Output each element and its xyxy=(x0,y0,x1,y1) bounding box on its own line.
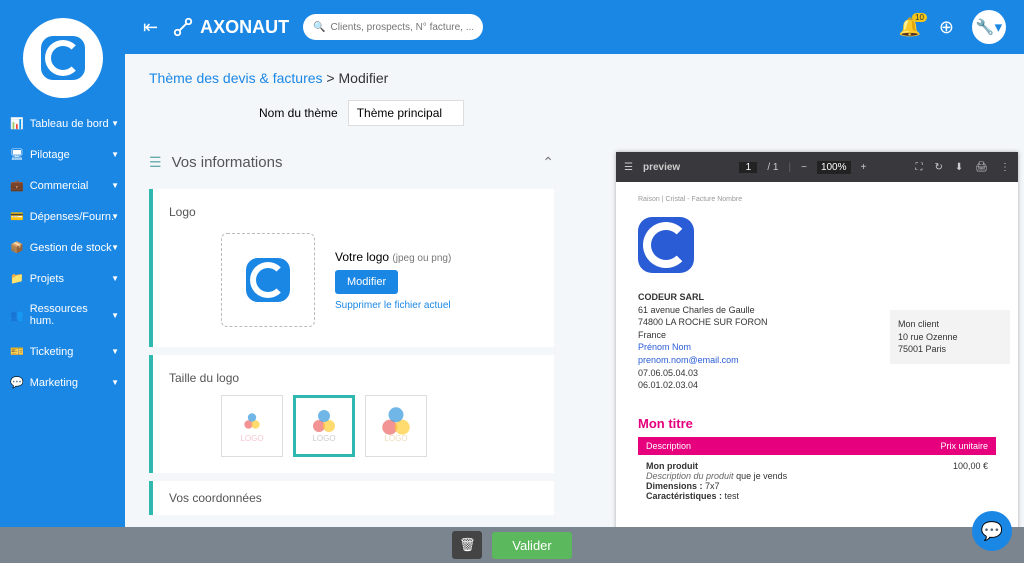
download-icon[interactable]: ⬇ xyxy=(955,162,963,173)
coords-title: Vos coordonnées xyxy=(169,491,538,505)
validate-button[interactable]: Valider xyxy=(492,532,572,559)
page-current-input[interactable] xyxy=(739,162,757,173)
preview-client: Mon client 10 rue Ozenne 75001 Paris xyxy=(890,310,1010,364)
logo-block: Logo Votre logo (jpeg ou png) Modifier S… xyxy=(149,189,554,347)
print-icon[interactable]: 🖨 xyxy=(975,162,988,173)
section-informations[interactable]: ☰ Vos informations ⌃ xyxy=(149,144,554,181)
intercom-launcher[interactable]: 💬 xyxy=(972,511,1012,551)
nav-icon: 🖥 xyxy=(10,148,24,161)
app-logo[interactable] xyxy=(23,18,103,98)
nav-icon: 👥 xyxy=(10,309,24,322)
chevron-down-icon: ▼ xyxy=(111,150,119,159)
preview-label: preview xyxy=(643,162,680,173)
sidebar-item-2[interactable]: 💼 Commercial ▼ xyxy=(0,170,125,201)
add-icon[interactable]: ⊕ xyxy=(939,17,954,38)
chevron-down-icon: ▼ xyxy=(111,181,119,190)
logo-label: Votre logo xyxy=(335,250,389,264)
theme-name-label: Nom du thème xyxy=(259,106,338,120)
user-menu[interactable]: 🔧▾ xyxy=(972,10,1006,44)
delete-logo-link[interactable]: Supprimer le fichier actuel xyxy=(335,300,451,311)
section-title: Vos informations xyxy=(172,154,283,171)
notifications-icon[interactable]: 🔔10 xyxy=(898,17,920,38)
sidebar-toggle-icon[interactable]: ☰ xyxy=(624,162,633,173)
breadcrumb: Thème des devis & factures > Modifier xyxy=(149,70,1000,86)
nav-label: Gestion de stock xyxy=(30,242,112,254)
search-box[interactable]: 🔍 xyxy=(303,14,483,40)
action-bar: 🗑 Valider xyxy=(0,527,1024,563)
nav-label: Marketing xyxy=(30,377,78,389)
nav-label: Projets xyxy=(30,273,64,285)
search-icon: 🔍 xyxy=(313,22,325,33)
nav-label: Ticketing xyxy=(30,346,74,358)
coords-block[interactable]: Vos coordonnées xyxy=(149,481,554,515)
fit-page-icon[interactable]: ⛶ xyxy=(916,162,923,173)
breadcrumb-link[interactable]: Thème des devis & factures xyxy=(149,70,323,86)
content: Thème des devis & factures > Modifier No… xyxy=(125,54,1024,527)
nav-icon: 💼 xyxy=(10,179,24,192)
chevron-down-icon: ▼ xyxy=(111,347,119,356)
chevron-down-icon: ▼ xyxy=(111,119,119,128)
sidebar: 📊Tableau de bord▼🖥Pilotage▼💼Commercial▼💳… xyxy=(0,0,125,563)
brand-text: AXONAUT xyxy=(200,17,289,38)
more-icon[interactable]: ⋮ xyxy=(1000,162,1010,173)
zoom-out-icon[interactable]: − xyxy=(801,162,807,173)
preview-doc-head: Raison | Cristal - Facture Nombre xyxy=(638,196,996,203)
preview-table-row: Mon produit100,00 € Description du produ… xyxy=(638,455,996,507)
breadcrumb-current: Modifier xyxy=(339,70,389,86)
preview-table-header: DescriptionPrix unitaire xyxy=(638,437,996,455)
sidebar-item-6[interactable]: 👥 Ressources hum.▼ xyxy=(0,294,125,336)
nav-icon: 📊 xyxy=(10,117,24,130)
sidebar-item-1[interactable]: 🖥 Pilotage ▼ xyxy=(0,139,125,170)
nav-label: Dépenses/Fourn. xyxy=(30,211,114,223)
logo-hint: (jpeg ou png) xyxy=(392,253,451,264)
logo-block-title: Logo xyxy=(169,205,538,219)
rotate-icon[interactable]: ↻ xyxy=(935,162,943,173)
nav-label: Pilotage xyxy=(30,149,70,161)
chevron-up-icon: ⌃ xyxy=(542,154,554,171)
brand[interactable]: AXONAUT xyxy=(172,16,289,38)
preview-title: Mon titre xyxy=(638,416,996,431)
chevron-down-icon: ▼ xyxy=(111,274,119,283)
top-bar: ⇤ AXONAUT 🔍 🔔10 ⊕ 🔧▾ xyxy=(125,0,1024,54)
notifications-badge: 10 xyxy=(912,13,927,22)
sidebar-item-8[interactable]: 💬 Marketing ▼ xyxy=(0,367,125,398)
chevron-down-icon: ▼ xyxy=(111,378,119,387)
page-total: / 1 xyxy=(767,162,778,173)
nav-icon: 📁 xyxy=(10,272,24,285)
sidebar-item-5[interactable]: 📁 Projets ▼ xyxy=(0,263,125,294)
delete-button[interactable]: 🗑 xyxy=(452,531,482,559)
chevron-down-icon: ▼ xyxy=(111,311,119,320)
nav-icon: 📦 xyxy=(10,241,24,254)
sliders-icon: ☰ xyxy=(149,154,162,171)
logo-dropzone[interactable] xyxy=(221,233,315,327)
logo-size-block: Taille du logo LOGO LOGO LOGO xyxy=(149,355,554,473)
zoom-level[interactable]: 100% xyxy=(817,161,851,174)
logo-size-medium[interactable]: LOGO xyxy=(293,395,355,457)
sidebar-item-4[interactable]: 📦 Gestion de stock▼ xyxy=(0,232,125,263)
logo-size-large[interactable]: LOGO xyxy=(365,395,427,457)
nav-label: Ressources hum. xyxy=(30,303,115,327)
chevron-down-icon: ▼ xyxy=(111,212,119,221)
nav-icon: 🎫 xyxy=(10,345,24,358)
zoom-in-icon[interactable]: + xyxy=(861,162,867,173)
logo-size-small[interactable]: LOGO xyxy=(221,395,283,457)
nav-label: Tableau de bord xyxy=(30,118,109,130)
pdf-preview: ☰ preview / 1 | − 100% + ⛶ ↻ ⬇ 🖨 ⋮ Raiso… xyxy=(616,152,1018,527)
preview-page: Raison | Cristal - Facture Nombre CODEUR… xyxy=(616,182,1018,521)
theme-name-input[interactable] xyxy=(348,100,464,126)
modify-logo-button[interactable]: Modifier xyxy=(335,270,398,294)
chevron-down-icon: ▼ xyxy=(111,243,119,252)
search-input[interactable] xyxy=(331,22,474,33)
sidebar-item-0[interactable]: 📊 Tableau de bord▼ xyxy=(0,108,125,139)
preview-toolbar: ☰ preview / 1 | − 100% + ⛶ ↻ ⬇ 🖨 ⋮ xyxy=(616,152,1018,182)
preview-logo xyxy=(638,217,694,273)
nav-label: Commercial xyxy=(30,180,89,192)
logo-size-title: Taille du logo xyxy=(169,371,538,385)
menu-collapse-icon[interactable]: ⇤ xyxy=(143,17,158,38)
nav-icon: 💬 xyxy=(10,376,24,389)
sidebar-item-3[interactable]: 💳 Dépenses/Fourn.▼ xyxy=(0,201,125,232)
sidebar-item-7[interactable]: 🎫 Ticketing ▼ xyxy=(0,336,125,367)
nav-icon: 💳 xyxy=(10,210,24,223)
